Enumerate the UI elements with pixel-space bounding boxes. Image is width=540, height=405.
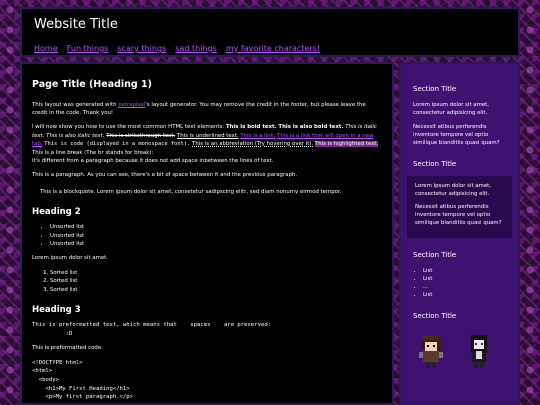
main-content[interactable]: Page Title (Heading 1) This layout was g… — [20, 62, 394, 405]
list-item: Sorted list — [50, 286, 382, 294]
preformatted-text: This is preformatted text, which means t… — [32, 322, 272, 337]
bold-text: This is bold text. — [225, 124, 277, 131]
sidebar-text: Necessit atibus perferendis inventore te… — [415, 203, 502, 226]
nav-home[interactable]: Home — [34, 44, 58, 53]
heading-3: Heading 3 — [32, 304, 81, 315]
character-sprite-brown — [419, 335, 443, 368]
preformatted-code-label: This is preformatted code: — [32, 345, 103, 352]
sidebar[interactable]: Section Title Lorem ipsum dolor sit amet… — [399, 62, 520, 405]
nav-sad-things[interactable]: sad things — [175, 44, 216, 53]
italic-text-2: This is also italic text. — [46, 132, 105, 139]
page-title: Page Title (Heading 1) — [32, 79, 152, 90]
line-break-text-2: It's different from a paragraph because … — [32, 157, 274, 164]
bold-text-2: This is also bold text. — [278, 124, 344, 131]
highlighted-text: This is highlighted text. — [314, 141, 379, 148]
paragraph-example: This is a paragraph. As you can see, the… — [32, 172, 298, 179]
underlined-text: This is underlined text. — [176, 132, 239, 139]
list-item: Unsorted list — [50, 223, 382, 231]
list-item: Sorted list — [50, 277, 382, 285]
credit-link[interactable]: petrapixel — [118, 102, 145, 108]
blockquote: This is a blockquote. Lorem ipsum dolor … — [40, 188, 342, 195]
sidebar-section-title: Section Title — [413, 160, 457, 169]
character-sprites — [417, 334, 512, 370]
unsorted-list: Unsorted list Unsorted list Unsorted lis… — [32, 223, 382, 248]
text-link[interactable]: This is a link. — [240, 133, 275, 139]
nav-favorite-characters[interactable]: my favorite characters! — [226, 44, 320, 53]
code-text: This is code (displayed in a monospace f… — [44, 141, 191, 148]
nav-fun-things[interactable]: Fun things — [67, 44, 109, 53]
list-item: List — [423, 291, 512, 299]
sidebar-text: Lorem ipsum dolor sit amet, consectetur … — [415, 182, 491, 197]
intro-paragraph: This layout was generated with petrapixe… — [32, 101, 382, 118]
abbreviation-text[interactable]: This is an abbreviation (Try hovering ov… — [192, 141, 313, 147]
nav-scary-things[interactable]: scary things — [117, 44, 166, 53]
elements-paragraph: I will now show you how to use the most … — [32, 123, 382, 165]
intro-text: This layout was generated with — [32, 101, 119, 108]
list-item: List — [423, 275, 512, 283]
sidebar-text: Lorem ipsum dolor sit amet, consectetur … — [413, 101, 489, 116]
site-title: Website Title — [34, 17, 118, 32]
lorem-paragraph: Lorem ipsum dolor sit amet. — [32, 255, 108, 262]
main-nav: Home Fun things scary things sad things … — [34, 36, 506, 55]
sorted-list: Sorted list Sorted list Sorted list — [32, 269, 382, 294]
strikethrough-text: This is strikethrough text. — [106, 132, 176, 139]
heading-2: Heading 2 — [32, 207, 81, 218]
site-header: Website Title Home Fun things scary thin… — [20, 7, 520, 57]
sidebar-section-title: Section Title — [413, 85, 457, 93]
line-break-text: This is a line break (The br stands for … — [32, 149, 154, 156]
sidebar-text: Necessit atibus perferendis inventore te… — [413, 123, 500, 146]
sidebar-list: List List ... List — [407, 267, 512, 299]
list-item: Unsorted list — [50, 240, 382, 248]
list-item: List — [423, 267, 512, 275]
sidebar-section-title: Section Title — [413, 312, 457, 321]
elements-intro: I will now show you how to use the most … — [32, 124, 226, 131]
sidebar-box: Lorem ipsum dolor sit amet, consectetur … — [407, 175, 512, 239]
sidebar-section-title: Section Title — [413, 251, 457, 260]
list-item: Unsorted list — [50, 232, 382, 240]
list-item: Sorted list — [50, 269, 382, 277]
list-item: ... — [423, 283, 512, 291]
character-sprite-dark — [471, 334, 487, 368]
code-block: <!DOCTYPE html> <html> <body> <h1>My Fir… — [32, 359, 134, 401]
